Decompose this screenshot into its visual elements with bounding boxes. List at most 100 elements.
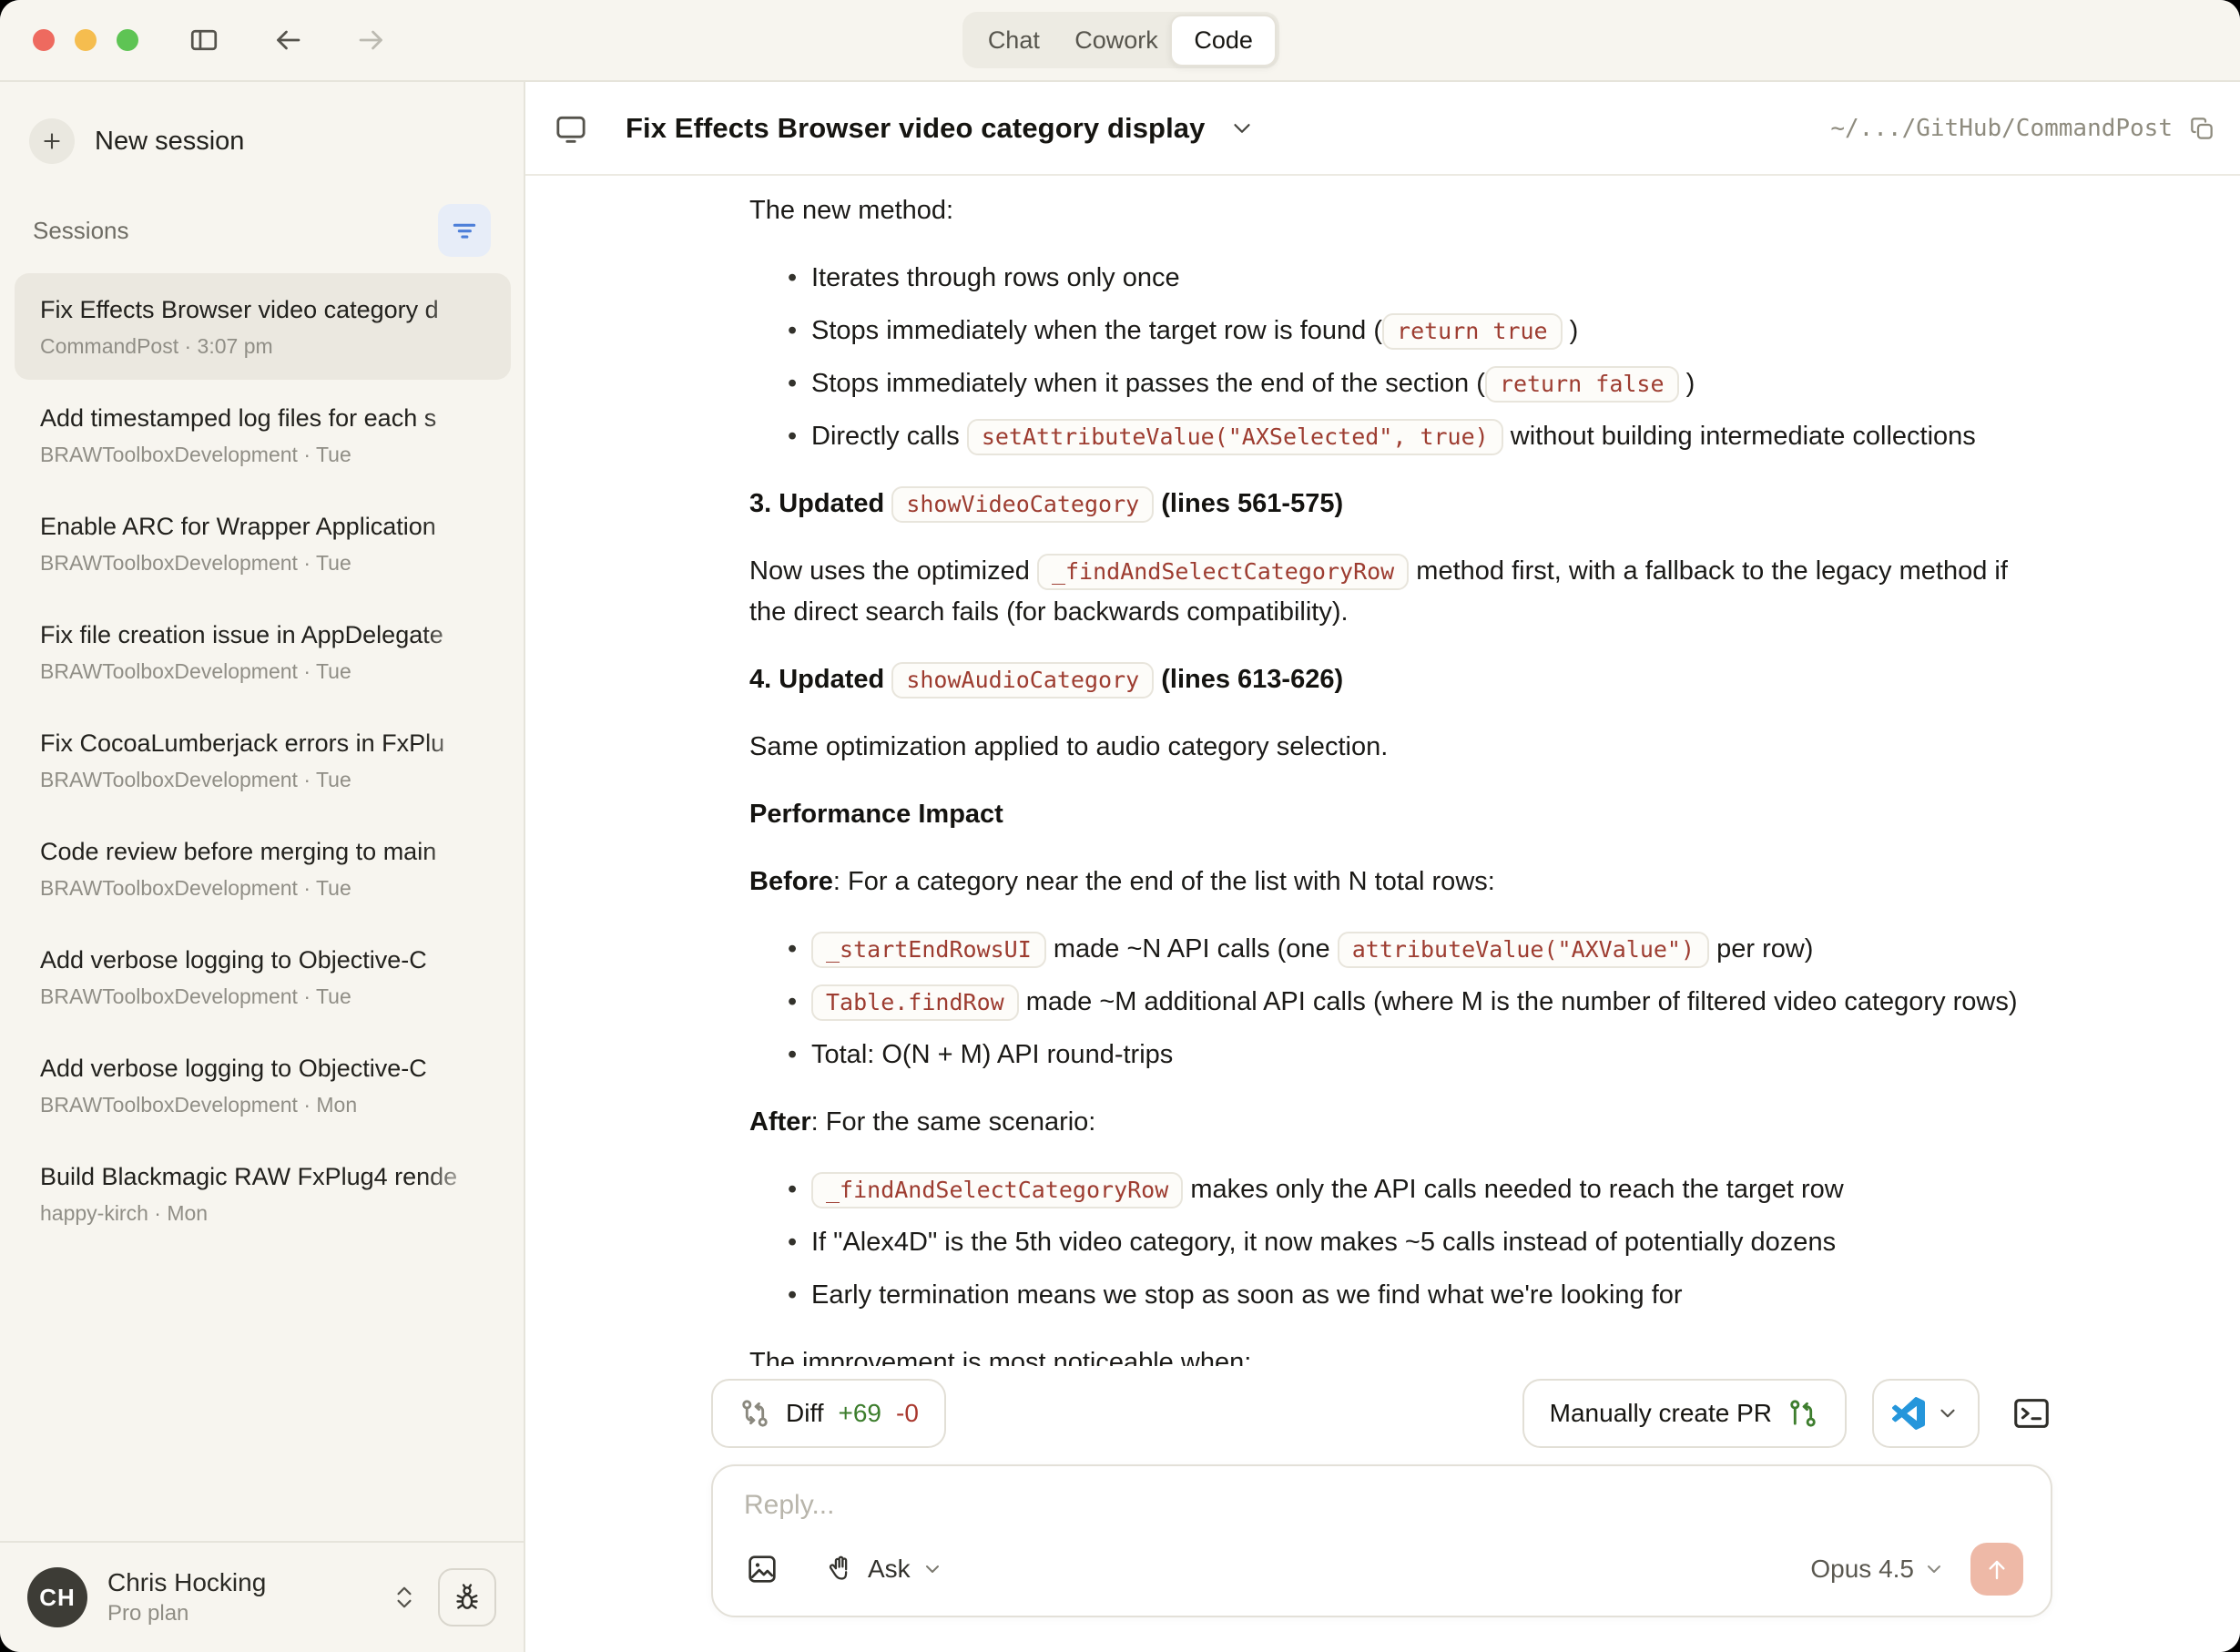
paragraph: 4. Updated showAudioCategory (lines 613-… xyxy=(749,659,2037,700)
title-bar: Chat Cowork Code xyxy=(0,0,2240,82)
paragraph: Same optimization applied to audio categ… xyxy=(749,727,2037,768)
account-switcher-chevrons[interactable] xyxy=(394,1585,414,1610)
diff-added-count: +69 xyxy=(839,1399,882,1428)
session-title: Fix Effects Browser video category displ… xyxy=(626,112,1205,145)
bullet-item: Iterates through rows only once xyxy=(788,258,2037,299)
model-label: Opus 4.5 xyxy=(1810,1555,1914,1584)
session-item-title: Fix CocoaLumberjack errors in FxPlu xyxy=(40,729,485,758)
account-footer[interactable]: CH Chris Hocking Pro plan xyxy=(0,1541,524,1652)
session-item-title: Enable ARC for Wrapper Application xyxy=(40,513,485,541)
session-item-meta: BRAWToolboxDevelopment · Tue xyxy=(40,984,485,1009)
inline-code: setAttributeValue("AXSelected", true) xyxy=(967,419,1503,455)
main-panel: Fix Effects Browser video category displ… xyxy=(525,82,2240,1652)
tab-cowork[interactable]: Cowork xyxy=(1065,15,1168,66)
close-window-button[interactable] xyxy=(33,29,55,51)
reply-composer[interactable]: Ask Opus 4.5 xyxy=(711,1464,2052,1617)
filter-sessions-button[interactable] xyxy=(438,204,491,257)
bullet-list: _startEndRowsUI made ~N API calls (one a… xyxy=(749,929,2037,1076)
copy-path-icon[interactable] xyxy=(2187,114,2216,143)
manually-create-pr-button[interactable]: Manually create PR xyxy=(1522,1379,1847,1448)
bullet-item: Total: O(N + M) API round-trips xyxy=(788,1035,2037,1076)
repo-path-text: ~/.../GitHub/CommandPost xyxy=(1830,115,2173,142)
session-list-item[interactable]: Add verbose logging to Objective-C BRAWT… xyxy=(15,1032,511,1138)
app-window: Chat Cowork Code New session Sessions Fi… xyxy=(0,0,2240,1652)
attach-image-icon[interactable] xyxy=(744,1551,780,1587)
bullet-item: Early termination means we stop as soon … xyxy=(788,1275,2037,1316)
minimize-window-button[interactable] xyxy=(75,29,97,51)
forward-arrow-icon[interactable] xyxy=(353,22,390,58)
bullet-item: Directly calls setAttributeValue("AXSele… xyxy=(788,416,2037,457)
git-compare-icon xyxy=(738,1397,771,1430)
send-button[interactable] xyxy=(1970,1543,2023,1596)
user-name: Chris Hocking xyxy=(107,1568,394,1597)
debug-bug-button[interactable] xyxy=(438,1568,496,1627)
diff-label: Diff xyxy=(786,1399,824,1428)
plus-icon xyxy=(29,118,75,164)
session-list-item[interactable]: Build Blackmagic RAW FxPlug4 rendehappy-… xyxy=(15,1140,511,1247)
bullet-item: Stops immediately when it passes the end… xyxy=(788,363,2037,404)
session-list-item[interactable]: Fix Effects Browser video category d Comm… xyxy=(15,273,511,380)
model-selector[interactable]: Opus 4.5 xyxy=(1810,1555,1945,1584)
bullet-item: Stops immediately when the target row is… xyxy=(788,311,2037,352)
tab-chat[interactable]: Chat xyxy=(962,15,1065,66)
manually-create-pr-label: Manually create PR xyxy=(1550,1399,1772,1428)
session-list-item[interactable]: Enable ARC for Wrapper Application BRAWTo… xyxy=(15,490,511,597)
inline-code: return false xyxy=(1485,366,1679,403)
monitor-icon xyxy=(553,110,589,147)
session-item-title: Build Blackmagic RAW FxPlug4 rende xyxy=(40,1163,485,1191)
message-scroll-area[interactable]: The new method: Iterates through rows onl… xyxy=(525,176,2240,1366)
terminal-icon xyxy=(2011,1392,2052,1434)
inline-code: showAudioCategory xyxy=(891,662,1154,699)
git-pull-request-icon xyxy=(1787,1397,1819,1430)
inline-code: _findAndSelectCategoryRow xyxy=(811,1172,1183,1208)
vscode-chevron-icon xyxy=(1936,1402,1960,1425)
filter-lines-icon xyxy=(449,215,480,246)
session-list: Fix Effects Browser video category d Comm… xyxy=(0,266,524,1541)
session-list-item[interactable]: Fix CocoaLumberjack errors in FxPlu BRAWT… xyxy=(15,707,511,813)
inline-code: Table.findRow xyxy=(811,984,1019,1021)
mode-tabs: Chat Cowork Code xyxy=(962,12,1279,68)
vscode-icon xyxy=(1892,1397,1925,1430)
open-in-vscode-button[interactable] xyxy=(1872,1379,1980,1448)
session-item-title: Fix Effects Browser video category d xyxy=(40,296,485,324)
session-list-item[interactable]: Fix file creation issue in AppDelegate BR… xyxy=(15,598,511,705)
reply-input[interactable] xyxy=(744,1490,2023,1543)
ask-label: Ask xyxy=(868,1555,911,1584)
arrow-up-icon xyxy=(1982,1555,2011,1584)
back-arrow-icon[interactable] xyxy=(270,22,306,58)
sidebar: New session Sessions Fix Effects Browser… xyxy=(0,82,525,1652)
paragraph: Before: For a category near the end of t… xyxy=(749,862,2037,902)
toggle-sidebar-icon[interactable] xyxy=(186,22,222,58)
paragraph: Now uses the optimized _findAndSelectCat… xyxy=(749,551,2037,633)
ask-chevron-icon xyxy=(921,1558,943,1580)
diff-removed-count: -0 xyxy=(896,1399,919,1428)
session-header: Fix Effects Browser video category displ… xyxy=(525,82,2240,176)
zoom-window-button[interactable] xyxy=(117,29,138,51)
new-session-label: New session xyxy=(95,127,244,157)
session-item-meta: CommandPost · 3:07 pm xyxy=(40,334,485,359)
session-item-meta: BRAWToolboxDevelopment · Tue xyxy=(40,768,485,792)
open-terminal-button[interactable] xyxy=(2011,1392,2052,1434)
session-list-item[interactable]: Code review before merging to mainBRAWTo… xyxy=(15,815,511,922)
session-item-meta: BRAWToolboxDevelopment · Tue xyxy=(40,659,485,684)
bug-icon xyxy=(451,1581,484,1614)
new-session-button[interactable]: New session xyxy=(29,118,524,164)
session-item-title: Fix file creation issue in AppDelegate xyxy=(40,621,485,649)
inline-code: showVideoCategory xyxy=(891,486,1154,523)
window-controls xyxy=(33,29,138,51)
session-item-meta: BRAWToolboxDevelopment · Tue xyxy=(40,551,485,576)
paragraph: The new method: xyxy=(749,190,2037,231)
session-item-meta: BRAWToolboxDevelopment · Mon xyxy=(40,1093,485,1117)
session-list-item[interactable]: Add verbose logging to Objective-C BRAWT… xyxy=(15,923,511,1030)
repo-path: ~/.../GitHub/CommandPost xyxy=(1830,114,2216,143)
session-title-chevron-icon[interactable] xyxy=(1228,115,1256,142)
bullet-item: Table.findRow made ~M additional API cal… xyxy=(788,982,2037,1023)
session-item-meta: BRAWToolboxDevelopment · Tue xyxy=(40,876,485,901)
tab-code[interactable]: Code xyxy=(1170,15,1277,66)
session-item-title: Add verbose logging to Objective-C xyxy=(40,1055,485,1083)
ask-mode-dropdown[interactable]: Ask xyxy=(824,1553,943,1586)
session-list-item[interactable]: Add timestamped log files for each sBRAW… xyxy=(15,382,511,488)
diff-button[interactable]: Diff +69 -0 xyxy=(711,1379,946,1448)
avatar: CH xyxy=(27,1567,87,1627)
bullet-list: Iterates through rows only once Stops imm… xyxy=(749,258,2037,457)
